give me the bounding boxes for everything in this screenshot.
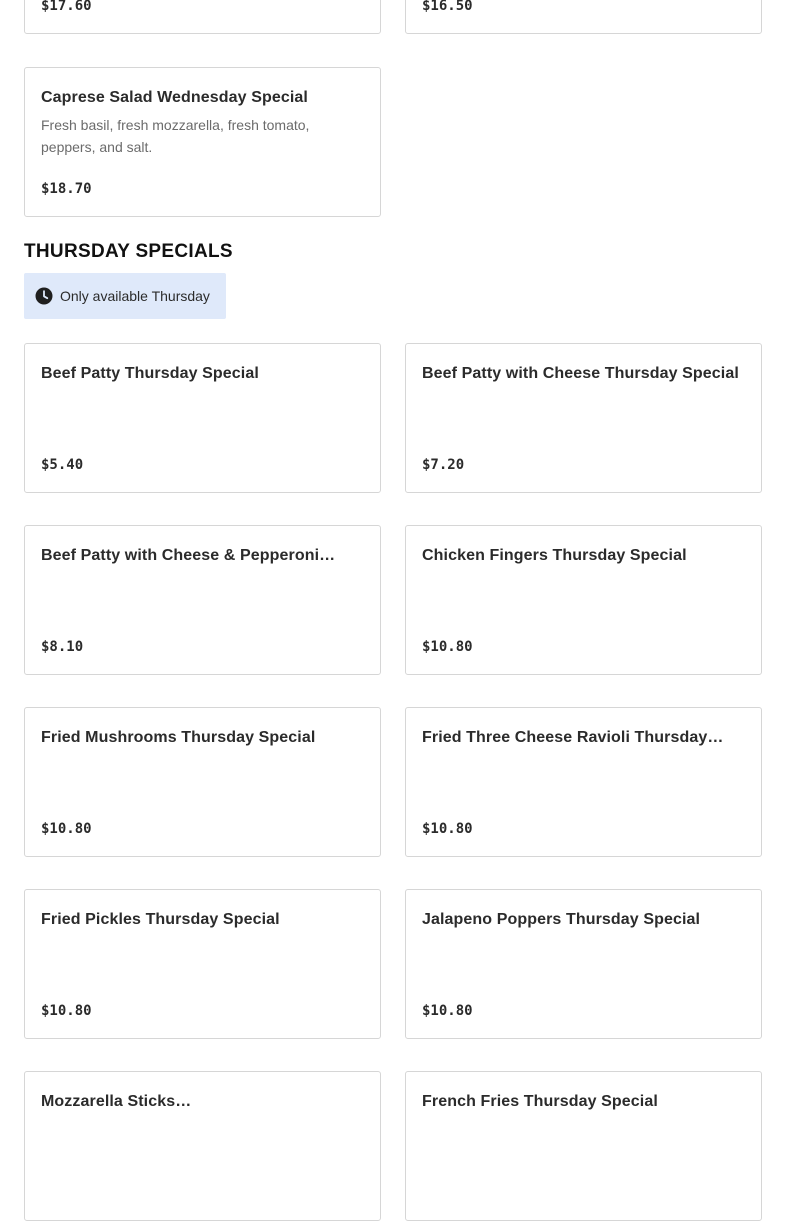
item-price: $16.50 — [422, 0, 473, 14]
item-name: Fried Three Cheese Ravioli Thursday… — [422, 729, 724, 746]
item-name: Beef Patty with Cheese & Pepperoni… — [41, 547, 336, 564]
menu-item-card[interactable]: Fried Three Cheese Ravioli Thursday… $10… — [405, 707, 762, 857]
item-name: Mozzarella Sticks… — [41, 1093, 192, 1110]
availability-badge: Only available Thursday — [24, 273, 226, 319]
menu-item-card[interactable]: $17.60 — [24, 0, 381, 34]
availability-text: Only available Thursday — [60, 288, 210, 304]
item-name: Fried Pickles Thursday Special — [41, 911, 280, 928]
item-price: $10.80 — [41, 1003, 92, 1019]
item-price: $10.80 — [422, 821, 473, 837]
item-price: $5.40 — [41, 457, 84, 473]
item-name: Jalapeno Poppers Thursday Special — [422, 911, 701, 928]
item-name: French Fries Thursday Special — [422, 1093, 658, 1110]
item-description: Fresh basil, fresh mozzarella, fresh tom… — [41, 117, 310, 155]
item-price: $10.80 — [422, 1003, 473, 1019]
item-price: $7.20 — [422, 457, 465, 473]
menu-item-card[interactable]: Beef Patty with Cheese Thursday Special … — [405, 343, 762, 493]
item-price: $18.70 — [41, 181, 92, 197]
menu-item-card[interactable]: Beef Patty Thursday Special $5.40 — [24, 343, 381, 493]
menu-item-card[interactable]: Mozzarella Sticks… — [24, 1071, 381, 1221]
menu-item-card[interactable]: Jalapeno Poppers Thursday Special $10.80 — [405, 889, 762, 1039]
item-price: $10.80 — [41, 821, 92, 837]
menu-item-card[interactable]: Beef Patty with Cheese & Pepperoni… $8.1… — [24, 525, 381, 675]
menu-item-card[interactable]: French Fries Thursday Special — [405, 1071, 762, 1221]
menu-item-card[interactable]: Fried Pickles Thursday Special $10.80 — [24, 889, 381, 1039]
item-price: $17.60 — [41, 0, 92, 14]
item-price: $8.10 — [41, 639, 84, 655]
item-name: Chicken Fingers Thursday Special — [422, 547, 687, 564]
menu-item-card[interactable]: $16.50 — [405, 0, 762, 34]
menu-item-card[interactable]: Fried Mushrooms Thursday Special $10.80 — [24, 707, 381, 857]
menu-item-card[interactable]: Caprese Salad Wednesday Special Fresh ba… — [24, 67, 381, 217]
item-name: Caprese Salad Wednesday Special — [41, 89, 308, 106]
clock-icon — [35, 287, 53, 305]
section-title: THURSDAY SPECIALS — [24, 241, 233, 262]
item-name: Fried Mushrooms Thursday Special — [41, 729, 316, 746]
item-name: Beef Patty with Cheese Thursday Special — [422, 365, 739, 382]
item-price: $10.80 — [422, 639, 473, 655]
item-name: Beef Patty Thursday Special — [41, 365, 259, 382]
menu-item-card[interactable]: Chicken Fingers Thursday Special $10.80 — [405, 525, 762, 675]
